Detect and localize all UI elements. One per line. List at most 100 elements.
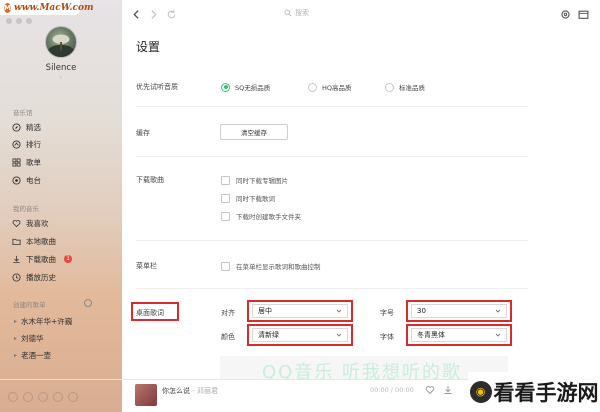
song-artist: - 邓丽君 xyxy=(190,387,218,395)
folder-icon xyxy=(12,237,21,246)
sidebar-item-label: 电台 xyxy=(26,175,41,185)
page-title: 设置 xyxy=(136,40,161,54)
playlist-item[interactable]: ▸ 老酒一壶 xyxy=(14,348,51,362)
play-button[interactable] xyxy=(23,391,33,402)
like-button[interactable] xyxy=(425,385,435,395)
download-album-art-checkbox[interactable]: 同时下载专辑图片 xyxy=(221,174,288,186)
corner-watermark: ◉ 看看手游网 xyxy=(468,372,600,412)
window-icon xyxy=(578,10,588,19)
top-bar: 搜索 xyxy=(122,0,600,28)
volume-button[interactable] xyxy=(53,391,63,402)
playmode-button[interactable] xyxy=(68,391,78,402)
refresh-button[interactable] xyxy=(165,8,177,20)
compass-icon xyxy=(12,122,21,132)
cache-label: 缓存 xyxy=(136,129,150,137)
user-level-icon: ◦ xyxy=(58,74,64,82)
quality-option-sq[interactable]: SQ无损品质 xyxy=(221,81,270,93)
playlist-bullet-icon: ▸ xyxy=(14,317,18,325)
sidebar-item-label: 本地歌曲 xyxy=(26,236,56,246)
heart-icon xyxy=(12,219,21,228)
prev-button[interactable] xyxy=(8,391,18,402)
sidebar-item-local-songs[interactable]: 本地歌曲 xyxy=(12,234,56,248)
lyrics-preview-text: QQ音乐 听我想听的歌 xyxy=(262,362,463,379)
download-icon xyxy=(12,255,21,264)
quality-label: 优先试听音质 xyxy=(136,83,178,91)
lyrics-preview: QQ音乐 听我想听的歌 xyxy=(220,356,508,379)
download-count-badge: 1 xyxy=(64,255,72,263)
divider xyxy=(136,240,528,241)
zoom-window-button[interactable] xyxy=(26,18,32,24)
checkbox-label: 在菜单栏显示歌词和歌曲控制 xyxy=(236,263,321,271)
clock-icon xyxy=(12,272,21,282)
sidebar-item-downloads[interactable]: 下载歌曲 1 xyxy=(12,252,72,266)
checkbox-label: 下载时创建歌手文件夹 xyxy=(236,213,301,221)
chevron-right-icon xyxy=(150,9,157,19)
forward-button[interactable] xyxy=(147,8,159,20)
playlist-label: 刘德华 xyxy=(21,333,44,343)
sidebar-item-history[interactable]: 播放历史 xyxy=(12,270,56,284)
checkbox-icon xyxy=(221,175,230,185)
album-cover[interactable] xyxy=(135,384,157,406)
collapse-icon[interactable] xyxy=(98,299,106,307)
section-title-created-playlists: 创建的歌单 xyxy=(13,301,46,309)
menubar-lyrics-checkbox[interactable]: 在菜单栏显示歌词和歌曲控制 xyxy=(221,260,321,272)
quality-option-standard[interactable]: 标准品质 xyxy=(385,81,425,93)
playlist-item[interactable]: ▸ 水木年华+许巍 xyxy=(14,314,72,328)
radio-selected-icon xyxy=(221,82,230,92)
mini-mode-button[interactable] xyxy=(577,8,589,20)
search-placeholder: 搜索 xyxy=(295,9,309,17)
gear-icon xyxy=(560,9,570,19)
playlist-bullet-icon: ▸ xyxy=(14,334,18,342)
radio-icon xyxy=(12,175,21,185)
grid-icon xyxy=(12,157,21,167)
download-icon xyxy=(444,386,452,394)
quality-option-label: 标准品质 xyxy=(399,84,425,92)
playlist-label: 水木年华+许巍 xyxy=(21,316,73,326)
clear-cache-button[interactable]: 清空缓存 xyxy=(220,124,288,140)
site-watermark: M www.MacW.com xyxy=(0,0,94,15)
sidebar-item-featured[interactable]: 精选 xyxy=(12,120,41,134)
menubar-label: 菜单栏 xyxy=(136,262,157,270)
minimize-window-button[interactable] xyxy=(16,18,22,24)
back-button[interactable] xyxy=(130,8,142,20)
checkbox-icon xyxy=(221,261,230,271)
checkbox-label: 同时下载歌词 xyxy=(236,195,275,203)
sidebar-item-label: 我喜欢 xyxy=(26,218,49,228)
download-button[interactable] xyxy=(443,385,453,395)
playlist-bullet-icon: ▸ xyxy=(14,351,18,359)
username[interactable]: Silence xyxy=(0,63,122,73)
sidebar-item-radio[interactable]: 电台 xyxy=(12,173,41,187)
add-playlist-icon[interactable] xyxy=(84,299,92,307)
sidebar-item-label: 播放历史 xyxy=(26,272,56,282)
radio-icon xyxy=(308,82,317,92)
refresh-icon xyxy=(167,9,175,18)
search-icon xyxy=(284,9,292,17)
sidebar-item-playlists[interactable]: 歌单 xyxy=(12,155,41,169)
settings-button[interactable] xyxy=(559,8,571,20)
window-controls xyxy=(6,18,32,24)
download-label: 下载歌曲 xyxy=(136,176,164,184)
create-artist-folder-checkbox[interactable]: 下载时创建歌手文件夹 xyxy=(221,210,301,222)
highlight-box xyxy=(406,324,512,346)
avatar[interactable] xyxy=(45,26,77,58)
color-label: 颜色 xyxy=(221,333,235,341)
download-lyrics-checkbox[interactable]: 同时下载歌词 xyxy=(221,192,275,204)
song-title: 你怎么说 xyxy=(162,387,190,395)
quality-option-label: HQ高品质 xyxy=(322,84,352,92)
site-logo-icon: M xyxy=(4,2,11,13)
playlist-item[interactable]: ▸ 刘德华 xyxy=(14,331,44,345)
checkbox-icon xyxy=(221,211,230,221)
radio-icon xyxy=(385,82,394,92)
watermark-logo-icon: ◉ xyxy=(469,381,492,403)
sidebar-item-ranking[interactable]: 排行 xyxy=(12,137,41,151)
highlight-box xyxy=(247,300,353,322)
close-window-button[interactable] xyxy=(6,18,12,24)
font-label: 字体 xyxy=(380,333,394,341)
sidebar-item-favorites[interactable]: 我喜欢 xyxy=(12,216,49,230)
search-box[interactable]: 搜索 xyxy=(284,8,309,18)
quality-option-hq[interactable]: HQ高品质 xyxy=(308,81,352,93)
sidebar: M www.MacW.com Silence ◦ 音乐馆 精选 排行 歌单 电台… xyxy=(0,0,122,412)
ranking-icon xyxy=(12,139,21,149)
next-button[interactable] xyxy=(38,391,48,402)
sidebar-item-label: 精选 xyxy=(26,122,41,132)
